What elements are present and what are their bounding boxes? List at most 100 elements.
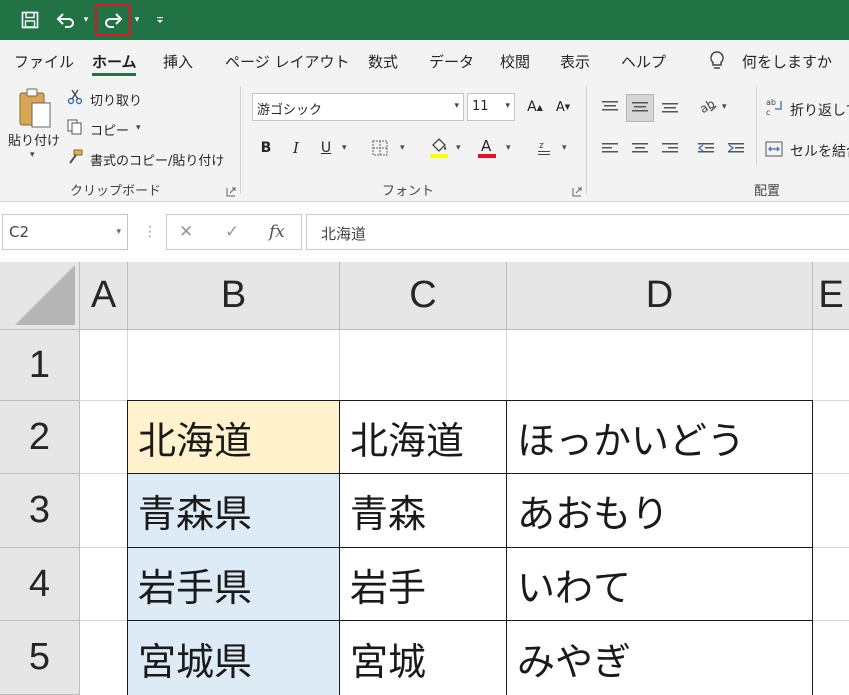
copy-dropdown-icon[interactable]: ▾ (136, 123, 141, 133)
orientation-icon[interactable]: ab (696, 94, 720, 118)
increase-font-size-icon[interactable]: A ▲ (524, 96, 546, 118)
cancel-entry-icon[interactable]: ✕ (179, 222, 193, 242)
bold-button[interactable]: B (254, 136, 278, 160)
phonetic-dropdown-icon[interactable]: ▾ (562, 143, 567, 153)
formula-input[interactable]: 北海道 (306, 214, 849, 250)
paste-icon[interactable] (14, 86, 54, 130)
copy-button[interactable]: コピー (90, 120, 129, 139)
cut-button[interactable]: 切り取り (90, 90, 142, 109)
underline-dropdown-icon[interactable]: ▾ (342, 143, 347, 153)
font-size-select[interactable]: 11 ▾ (467, 93, 515, 121)
middle-align-button[interactable] (626, 94, 654, 122)
cell-c5[interactable]: 宮城 (339, 620, 507, 695)
font-color-icon[interactable]: A (476, 136, 498, 160)
font-size-value: 11 (472, 99, 489, 114)
name-box-value: C2 (9, 223, 30, 241)
orientation-dropdown-icon[interactable]: ▾ (722, 102, 727, 112)
cell-d2[interactable]: ほっかいどう (506, 400, 813, 474)
cell-b3[interactable]: 青森県 (127, 473, 340, 548)
svg-text:A: A (481, 137, 492, 155)
ribbon-home: 貼り付け ▾ 切り取り コピー ▾ 書式のコピー/貼り付け クリップボード 游ゴ… (0, 80, 849, 202)
fill-color-dropdown-icon[interactable]: ▾ (456, 143, 461, 153)
tab-file[interactable]: ファイル (14, 51, 74, 72)
font-name-value: 游ゴシック (257, 103, 323, 118)
top-align-icon[interactable] (598, 96, 622, 118)
customize-qat-icon[interactable] (152, 6, 168, 34)
undo-dropdown-icon[interactable]: ▾ (80, 6, 92, 34)
format-painter-button[interactable]: 書式のコピー/貼り付け (90, 150, 224, 169)
wrap-text-icon[interactable]: ab c (764, 96, 784, 118)
tab-insert[interactable]: 挿入 (163, 51, 193, 72)
svg-text:ab: ab (698, 97, 717, 115)
clipboard-launcher-icon[interactable] (226, 182, 236, 197)
wrap-text-button[interactable]: 折り返して (790, 100, 849, 120)
borders-icon[interactable] (370, 138, 390, 158)
insert-function-button[interactable]: fx (269, 222, 285, 242)
cut-icon[interactable] (66, 88, 84, 106)
cell-c4[interactable]: 岩手 (339, 547, 507, 621)
column-header-d[interactable]: D (507, 262, 813, 330)
formula-bar-grip-icon[interactable]: ⋮ (143, 224, 157, 240)
cell-d3[interactable]: あおもり (506, 473, 813, 548)
format-painter-icon[interactable] (66, 148, 84, 166)
tab-data[interactable]: データ (429, 51, 474, 72)
confirm-entry-icon[interactable]: ✓ (225, 222, 239, 242)
merge-center-button[interactable]: セルを結合 (790, 141, 849, 161)
row-header-1[interactable]: 1 (0, 330, 80, 401)
italic-button[interactable]: I (284, 136, 308, 160)
save-icon[interactable] (16, 6, 44, 34)
merge-center-icon[interactable] (764, 138, 784, 160)
column-header-e[interactable]: E (813, 262, 849, 330)
underline-button[interactable]: U (314, 136, 338, 160)
cell-b4[interactable]: 岩手県 (127, 547, 340, 621)
font-group-label: フォント (382, 184, 435, 199)
font-size-dropdown-icon: ▾ (505, 101, 510, 111)
row-header-5[interactable]: 5 (0, 621, 80, 695)
font-name-select[interactable]: 游ゴシック ▾ (252, 93, 464, 121)
font-launcher-icon[interactable] (572, 182, 582, 197)
tab-formulas[interactable]: 数式 (368, 51, 398, 72)
tell-me-search[interactable]: 何をしますか (708, 50, 832, 72)
decrease-indent-icon[interactable] (694, 138, 718, 160)
tab-page-layout[interactable]: ページ レイアウト (225, 51, 349, 72)
undo-icon[interactable] (52, 6, 80, 34)
font-color-dropdown-icon[interactable]: ▾ (506, 143, 511, 153)
bottom-align-icon[interactable] (658, 96, 682, 118)
tab-home[interactable]: ホーム (92, 51, 137, 72)
copy-icon[interactable] (66, 118, 84, 136)
decrease-font-size-icon[interactable]: A ▼ (552, 96, 574, 118)
clipboard-group-label: クリップボード (70, 184, 162, 199)
row-header-3[interactable]: 3 (0, 474, 80, 548)
cell-d5[interactable]: みやぎ (506, 620, 813, 695)
tab-review[interactable]: 校閲 (500, 51, 530, 72)
paste-button[interactable]: 貼り付け (8, 130, 60, 149)
cell-b5[interactable]: 宮城県 (127, 620, 340, 695)
ribbon-tabs: ファイル ホーム 挿入 ページ レイアウト 数式 データ 校閲 表示 ヘルプ 何… (0, 40, 849, 80)
name-box[interactable]: C2 ▾ (2, 214, 128, 250)
increase-indent-icon[interactable] (724, 138, 748, 160)
column-header-a[interactable]: A (80, 262, 128, 330)
tab-help[interactable]: ヘルプ (621, 51, 666, 72)
redo-icon[interactable] (95, 4, 131, 36)
select-all-triangle (15, 265, 75, 325)
redo-dropdown-icon[interactable]: ▾ (131, 6, 143, 34)
row-header-4[interactable]: 4 (0, 548, 80, 621)
align-left-icon[interactable] (598, 138, 622, 160)
paste-dropdown-icon[interactable]: ▾ (30, 150, 35, 160)
phonetic-guide-icon[interactable]: z (534, 138, 554, 158)
column-header-b[interactable]: B (128, 262, 340, 330)
borders-dropdown-icon[interactable]: ▾ (400, 143, 405, 153)
name-box-dropdown-icon[interactable]: ▾ (116, 227, 121, 237)
tab-view[interactable]: 表示 (560, 51, 590, 72)
column-header-c[interactable]: C (340, 262, 507, 330)
select-all-button[interactable] (0, 262, 80, 330)
cell-c2[interactable]: 北海道 (339, 400, 507, 474)
fill-color-icon[interactable] (428, 136, 450, 160)
cell-c3[interactable]: 青森 (339, 473, 507, 548)
cell-b2[interactable]: 北海道 (127, 400, 340, 474)
svg-text:ab: ab (766, 98, 776, 107)
align-right-icon[interactable] (658, 138, 682, 160)
cell-d4[interactable]: いわて (506, 547, 813, 621)
row-header-2[interactable]: 2 (0, 401, 80, 474)
align-center-icon[interactable] (628, 138, 652, 160)
